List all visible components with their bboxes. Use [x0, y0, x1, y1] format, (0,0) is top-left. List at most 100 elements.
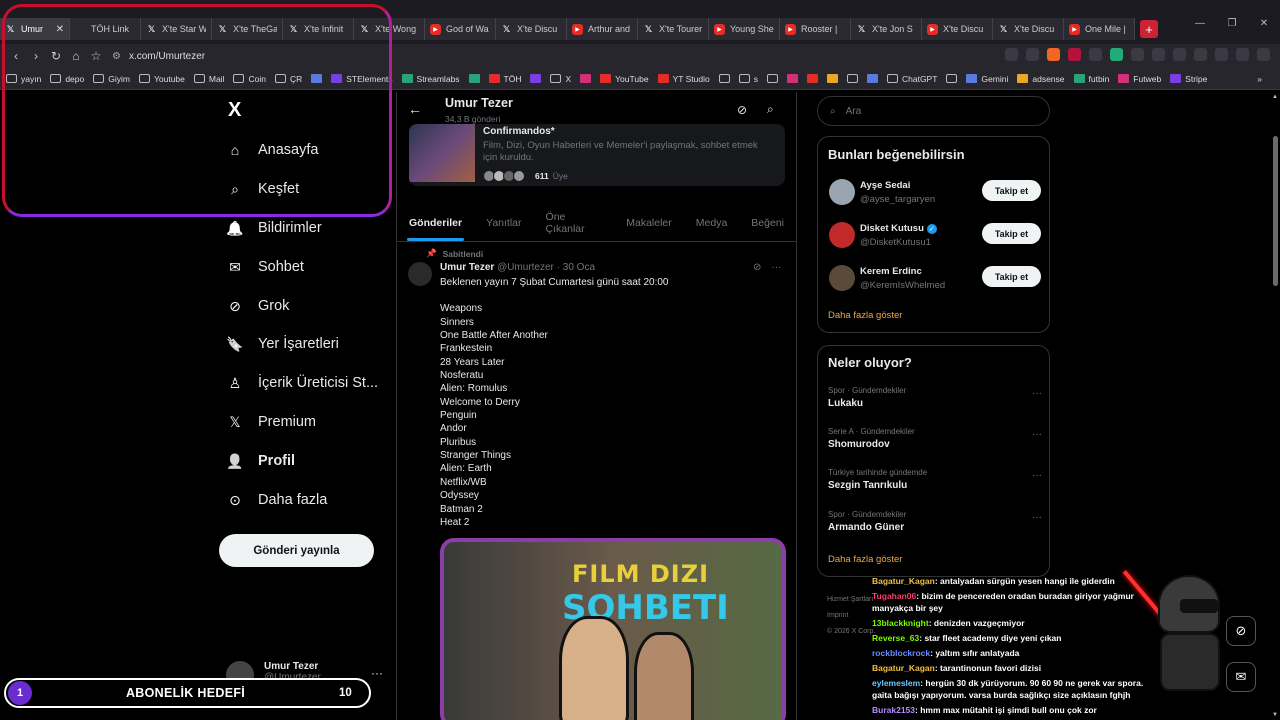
bookmark-item[interactable]: TÖH [488, 74, 521, 84]
bookmark-item[interactable]: ChatGPT [886, 74, 937, 84]
bookmark-item[interactable] [846, 74, 858, 83]
follow-button[interactable]: Takip et [982, 266, 1041, 287]
cast-icon[interactable] [1005, 48, 1018, 61]
nav-item-creator[interactable]: ♙ İçerik Üreticisi St... [226, 372, 378, 394]
tweet-image[interactable]: FILM DIZI SOHBETI [440, 538, 786, 720]
browser-tab[interactable]: ▶ Arthur and [567, 18, 638, 40]
nav-item-more-circle[interactable]: ⊙ Daha fazla [226, 489, 327, 511]
bookmark-item[interactable]: Gemini [966, 74, 1008, 84]
close-window-icon[interactable]: ✕ [1248, 18, 1280, 29]
bookmark-item[interactable]: YT Studio [657, 74, 710, 84]
trend-item[interactable]: Serie A · Gündemdekiler Shomurodov ··· [828, 427, 1042, 450]
grok-icon[interactable]: ⊘ [737, 103, 747, 117]
bookmark-item[interactable]: adsense [1017, 74, 1065, 84]
avatar[interactable] [408, 262, 432, 286]
more-dots-icon[interactable]: ··· [1032, 388, 1042, 399]
tab-3[interactable]: Makaleler [614, 204, 684, 241]
minimize-icon[interactable]: — [1184, 18, 1216, 29]
sidebar-icon[interactable] [1194, 48, 1207, 61]
bookmark-item[interactable]: Streamlabs [401, 74, 460, 84]
suggestion-row[interactable]: Disket Kutusu ✓ @DisketKutusu1 Takip et [829, 220, 1041, 250]
tab-5[interactable]: Beğeni [739, 204, 796, 241]
rewards-icon[interactable] [1068, 48, 1081, 61]
bookmark-item[interactable] [468, 74, 480, 83]
bookmark-item[interactable]: YouTube [600, 74, 649, 84]
wallet-icon[interactable] [1215, 48, 1228, 61]
trend-item[interactable]: Spor · Gündemdekiler Lukaku ··· [828, 386, 1042, 409]
vpn-icon[interactable] [1236, 48, 1249, 61]
show-more-link[interactable]: Daha fazla göster [828, 554, 902, 565]
message-fab-icon[interactable]: ✉ [1226, 662, 1256, 692]
bookmark-item[interactable]: Futweb [1118, 74, 1161, 84]
tweet-handle[interactable]: @Umurtezer [497, 262, 554, 273]
trend-item[interactable]: Spor · Gündemdekiler Armando Güner ··· [828, 510, 1042, 533]
browser-tab[interactable]: 𝕏 X'te Jon S [851, 18, 922, 40]
extension-icon[interactable] [1110, 48, 1123, 61]
back-arrow-icon[interactable]: ← [408, 101, 422, 117]
avatar[interactable] [829, 179, 855, 205]
scroll-thumb[interactable] [1273, 136, 1278, 286]
bookmark-item[interactable]: futbin [1073, 74, 1109, 84]
nav-item-bookmark[interactable]: 🔖 Yer İşaretleri [226, 333, 339, 355]
bookmark-item[interactable] [580, 74, 592, 83]
browser-tab[interactable]: 𝕏 X'te Discu [496, 18, 567, 40]
extension-icon[interactable] [1131, 48, 1144, 61]
browser-tab[interactable]: 𝕏 X'te Discu [993, 18, 1064, 40]
post-button[interactable]: Gönderi yayınla [219, 534, 374, 567]
show-more-link[interactable]: Daha fazla göster [828, 310, 902, 321]
tab-2[interactable]: Öne Çıkanlar [534, 204, 615, 241]
tab-0[interactable]: Gönderiler [397, 204, 474, 241]
nav-item-person[interactable]: 👤 Profil [226, 450, 295, 472]
nav-item-mail[interactable]: ✉ Sohbet [226, 256, 304, 278]
scroll-up-icon[interactable]: ▲ [1272, 94, 1278, 100]
bookmark-item[interactable]: s [738, 74, 758, 84]
bookmark-item[interactable]: Stripe [1170, 74, 1207, 84]
follow-button[interactable]: Takip et [982, 180, 1041, 201]
browser-tab[interactable]: ▶ Rooster | [780, 18, 851, 40]
trend-item[interactable]: Türkiye tarihinde gündemde Sezgin Tanrıku… [828, 468, 1042, 491]
new-tab-button[interactable]: + [1140, 20, 1158, 38]
nav-item-bell[interactable]: 🔔 Bildirimler [226, 217, 321, 239]
bookmark-item[interactable] [806, 74, 818, 83]
page-scrollbar[interactable]: ▲ ▼ [1271, 92, 1280, 720]
browser-tab[interactable]: ▶ Young She [709, 18, 780, 40]
grok-fab-icon[interactable]: ⊘ [1226, 616, 1256, 646]
more-dots-icon[interactable]: ··· [1032, 470, 1042, 481]
share-icon[interactable] [1026, 48, 1039, 61]
nav-item-x-premium[interactable]: 𝕏 Premium [226, 411, 316, 433]
more-dots-icon[interactable]: ··· [771, 262, 781, 273]
avatar[interactable] [829, 222, 855, 248]
tweet-date[interactable]: · 30 Oca [557, 262, 595, 273]
bookmark-item[interactable] [766, 74, 778, 83]
menu-icon[interactable] [1257, 48, 1270, 61]
nav-item-grok[interactable]: ⊘ Grok [226, 295, 289, 317]
restore-icon[interactable]: ❐ [1216, 18, 1248, 29]
bookmark-item[interactable] [718, 74, 730, 83]
extension-icon[interactable] [1152, 48, 1165, 61]
community-card[interactable]: Confirmandos* Film, Dizi, Oyun Haberleri… [409, 124, 785, 186]
follow-button[interactable]: Takip et [982, 223, 1041, 244]
bookmark-item[interactable] [946, 74, 958, 83]
more-dots-icon[interactable]: ··· [1032, 429, 1042, 440]
tab-4[interactable]: Medya [684, 204, 740, 241]
browser-tab[interactable]: ▶ X'te Discu [922, 18, 993, 40]
extension-icon[interactable] [1173, 48, 1186, 61]
brave-shield-icon[interactable] [1047, 48, 1060, 61]
bookmark-item[interactable]: X [550, 74, 571, 84]
grok-icon[interactable]: ⊘ [753, 262, 761, 273]
bookmark-item[interactable] [866, 74, 878, 83]
avatar[interactable] [829, 265, 855, 291]
bookmark-item[interactable] [786, 74, 798, 83]
browser-tab[interactable]: ▶ One Mile | [1064, 18, 1135, 40]
more-bookmarks-icon[interactable]: » [1257, 74, 1262, 84]
more-dots-icon[interactable]: ··· [371, 666, 383, 680]
bookmark-item[interactable] [530, 74, 542, 83]
tweet-author[interactable]: Umur Tezer [440, 262, 494, 273]
bookmark-item[interactable] [826, 74, 838, 83]
browser-tab[interactable]: 𝕏 X'te Tourer [638, 18, 709, 40]
suggestion-row[interactable]: Ayşe Sedai @ayse_targaryen Takip et [829, 177, 1041, 207]
suggestion-row[interactable]: Kerem Erdinc @KeremIsWhelmed Takip et [829, 263, 1041, 293]
search-icon[interactable]: ⌕ [767, 102, 774, 117]
more-dots-icon[interactable]: ··· [1032, 512, 1042, 523]
tab-1[interactable]: Yanıtlar [474, 204, 533, 241]
